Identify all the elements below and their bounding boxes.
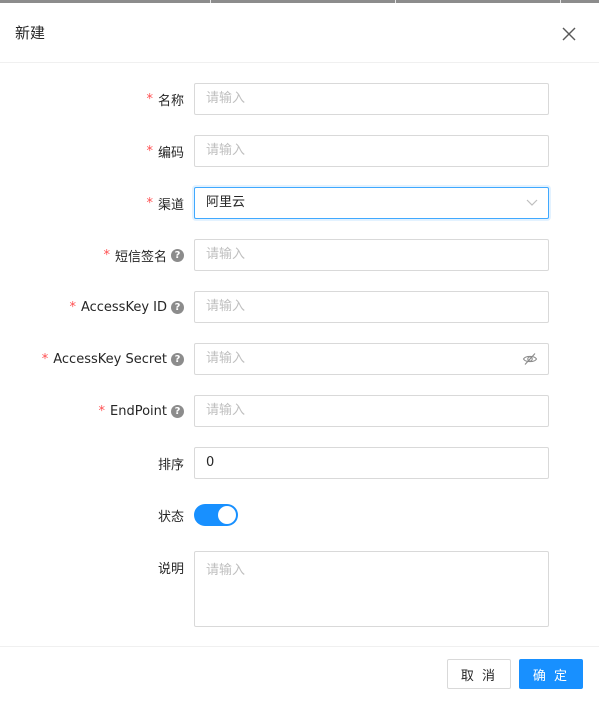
- sort-label-text: 排序: [157, 457, 184, 473]
- description-textarea[interactable]: 请输入: [194, 551, 549, 627]
- channel-value: 阿里云: [206, 195, 246, 210]
- eye-invisible-icon[interactable]: [522, 351, 538, 367]
- toggle-knob: [218, 506, 236, 524]
- description-label-text: 说明: [157, 561, 184, 577]
- endpoint-input[interactable]: 请输入: [194, 395, 549, 427]
- channel-select[interactable]: 阿里云: [194, 187, 549, 219]
- dialog-footer: 取 消 确 定: [0, 646, 599, 702]
- name-label: * 名称: [146, 83, 184, 115]
- code-label-text: 编码: [157, 145, 184, 161]
- code-label: * 编码: [146, 135, 184, 167]
- access-key-id-label-text: AccessKey ID: [80, 299, 167, 315]
- required-mark: *: [146, 143, 153, 159]
- description-label: 说明: [158, 551, 184, 583]
- status-toggle[interactable]: [194, 504, 238, 526]
- name-label-text: 名称: [157, 93, 184, 109]
- dialog-header: 新建: [0, 3, 599, 63]
- channel-label-text: 渠道: [157, 197, 184, 213]
- required-mark: *: [146, 91, 153, 107]
- required-mark: *: [146, 195, 153, 211]
- question-circle-icon[interactable]: ?: [171, 352, 184, 366]
- access-key-secret-placeholder: 请输入: [206, 351, 246, 366]
- sms-signature-label: * 短信签名 ?: [103, 239, 184, 271]
- cancel-button[interactable]: 取 消: [447, 659, 511, 689]
- name-input[interactable]: 请输入: [194, 83, 549, 115]
- access-key-id-placeholder: 请输入: [206, 299, 246, 314]
- required-mark: *: [69, 299, 76, 315]
- required-mark: *: [41, 351, 49, 367]
- sms-signature-placeholder: 请输入: [206, 247, 246, 262]
- sort-label: 排序: [158, 447, 184, 479]
- sort-input[interactable]: 0: [194, 447, 549, 479]
- endpoint-placeholder: 请输入: [206, 403, 246, 418]
- access-key-secret-label: * AccessKey Secret ?: [42, 343, 184, 375]
- confirm-button[interactable]: 确 定: [519, 659, 583, 689]
- channel-label: * 渠道: [146, 187, 184, 219]
- sms-signature-input[interactable]: 请输入: [194, 239, 549, 271]
- close-button[interactable]: [558, 23, 580, 45]
- status-label: 状态: [158, 499, 184, 531]
- chevron-down-icon: [526, 199, 538, 206]
- required-mark: *: [98, 403, 106, 419]
- close-icon: [562, 27, 576, 41]
- access-key-id-label: * AccessKey ID ?: [69, 291, 184, 323]
- endpoint-label: * EndPoint ?: [99, 395, 184, 427]
- dialog-title: 新建: [15, 24, 46, 42]
- question-circle-icon[interactable]: ?: [171, 248, 184, 262]
- sort-value: 0: [206, 455, 215, 470]
- status-label-text: 状态: [157, 509, 184, 525]
- required-mark: *: [103, 247, 110, 263]
- question-circle-icon[interactable]: ?: [171, 300, 184, 314]
- code-placeholder: 请输入: [206, 143, 246, 158]
- name-placeholder: 请输入: [206, 91, 246, 106]
- sms-signature-label-text: 短信签名: [114, 249, 167, 265]
- access-key-secret-label-text: AccessKey Secret: [53, 351, 167, 367]
- description-placeholder: 请输入: [206, 563, 246, 578]
- access-key-id-input[interactable]: 请输入: [194, 291, 549, 323]
- code-input[interactable]: 请输入: [194, 135, 549, 167]
- question-circle-icon[interactable]: ?: [171, 404, 184, 418]
- endpoint-label-text: EndPoint: [110, 403, 167, 419]
- access-key-secret-input[interactable]: 请输入: [194, 343, 549, 375]
